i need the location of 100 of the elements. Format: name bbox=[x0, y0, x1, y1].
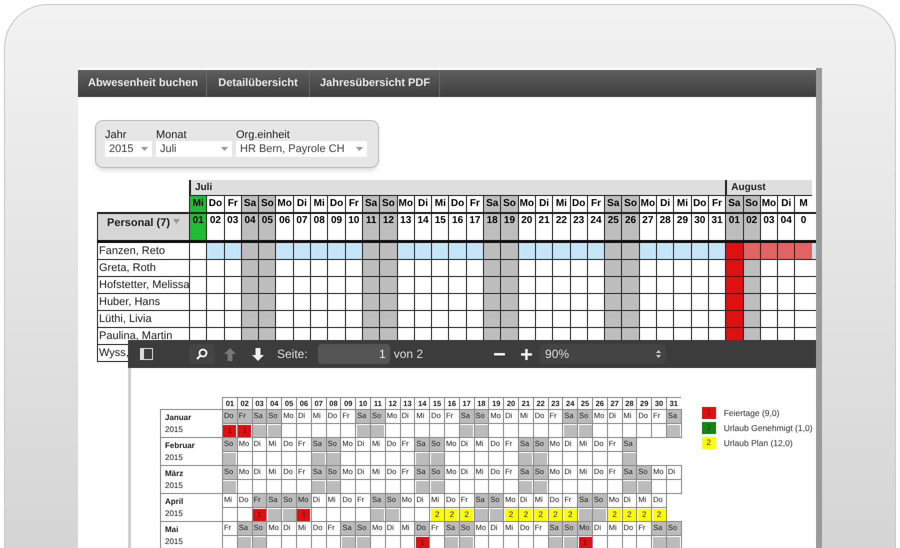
date-cell: 11 bbox=[362, 214, 380, 240]
nav-tab[interactable]: Jahresübersicht PDF bbox=[310, 70, 440, 97]
day-cell[interactable] bbox=[258, 311, 276, 327]
day-cell[interactable] bbox=[725, 277, 742, 293]
filter-select[interactable]: 2015 bbox=[105, 141, 152, 157]
date-cell: 03 bbox=[760, 214, 778, 240]
day-cell[interactable] bbox=[794, 243, 812, 259]
zoom-in-icon[interactable] bbox=[518, 346, 534, 362]
day-cell[interactable] bbox=[725, 243, 742, 259]
day-cell[interactable] bbox=[362, 277, 380, 293]
day-cell[interactable] bbox=[604, 260, 622, 276]
day-cell[interactable] bbox=[725, 260, 742, 276]
day-cell[interactable] bbox=[604, 243, 622, 259]
weekday-cell: Mi bbox=[189, 195, 206, 212]
day-cell[interactable] bbox=[621, 294, 639, 310]
weekday-cell: M bbox=[794, 195, 812, 212]
day-cell[interactable] bbox=[604, 311, 622, 327]
day-cell[interactable] bbox=[379, 294, 397, 310]
date-cell: 01 bbox=[725, 214, 742, 240]
day-cell[interactable] bbox=[604, 294, 622, 310]
absence-cell: 1 bbox=[414, 536, 430, 548]
day-cell[interactable] bbox=[240, 260, 258, 276]
day-cell[interactable] bbox=[189, 243, 206, 259]
day-cell[interactable] bbox=[362, 311, 380, 327]
employee-row[interactable]: Huber, Hans bbox=[97, 294, 816, 311]
page-field[interactable]: 1 bbox=[318, 344, 390, 364]
filter-select[interactable]: HR Bern, Payrole CH bbox=[236, 141, 367, 157]
day-cell[interactable] bbox=[621, 311, 639, 327]
day-cell[interactable] bbox=[483, 277, 500, 293]
day-cell[interactable] bbox=[621, 277, 639, 293]
day-cell[interactable] bbox=[725, 294, 742, 310]
day-cell[interactable] bbox=[379, 243, 397, 259]
day-cell[interactable] bbox=[500, 243, 518, 259]
day-cell[interactable] bbox=[483, 294, 500, 310]
day-cell[interactable] bbox=[189, 294, 206, 310]
absence-cell: 2 bbox=[429, 508, 444, 521]
day-cell[interactable] bbox=[240, 277, 258, 293]
day-cell[interactable] bbox=[483, 243, 500, 259]
day-cell[interactable] bbox=[258, 260, 276, 276]
employee-row[interactable]: Hofstetter, Melissa bbox=[97, 277, 816, 294]
day-cell[interactable] bbox=[379, 277, 397, 293]
day-cell[interactable] bbox=[240, 311, 258, 327]
date-cell: 08 bbox=[310, 214, 328, 240]
day-cell[interactable] bbox=[500, 294, 518, 310]
day-cell[interactable] bbox=[483, 311, 500, 327]
day-cell[interactable] bbox=[760, 243, 778, 259]
day-cell[interactable] bbox=[258, 243, 276, 259]
day-cell[interactable] bbox=[240, 294, 258, 310]
employee-row[interactable]: Greta, Roth bbox=[97, 260, 816, 277]
filter-label: Org.einheit bbox=[236, 129, 291, 141]
employee-row[interactable]: Fanzen, Reto bbox=[97, 243, 816, 260]
day-cell[interactable] bbox=[500, 311, 518, 327]
day-cell[interactable] bbox=[621, 260, 639, 276]
day-cell[interactable] bbox=[362, 294, 380, 310]
day-cell[interactable] bbox=[258, 277, 276, 293]
sidebar-toggle-icon[interactable] bbox=[138, 346, 154, 362]
day-cell[interactable] bbox=[189, 260, 206, 276]
day-cell[interactable] bbox=[742, 294, 760, 310]
day-cell[interactable] bbox=[742, 243, 760, 259]
weekday-cell: So bbox=[379, 195, 397, 212]
weekday-cell: Do bbox=[448, 195, 466, 212]
absence-cell: 2 bbox=[503, 508, 518, 521]
select-arrows-icon bbox=[656, 350, 662, 358]
day-cell[interactable] bbox=[189, 311, 206, 327]
day-cell[interactable] bbox=[742, 277, 760, 293]
day-cell[interactable] bbox=[742, 311, 760, 327]
day-cell[interactable] bbox=[379, 260, 397, 276]
day-cell[interactable] bbox=[362, 243, 380, 259]
day-cell[interactable] bbox=[777, 243, 794, 259]
day-cell[interactable] bbox=[621, 243, 639, 259]
absence-cell: 2 bbox=[636, 508, 652, 521]
zoom-select[interactable]: 90% bbox=[540, 344, 666, 364]
weekday-cell: Fr bbox=[466, 195, 484, 212]
employee-row[interactable]: Lüthi, Livia bbox=[97, 311, 816, 328]
date-cell: 05 bbox=[258, 214, 276, 240]
weekday-cell: So bbox=[742, 195, 760, 212]
absence-cell: 1 bbox=[222, 424, 237, 437]
day-cell[interactable] bbox=[258, 294, 276, 310]
date-cell: 04 bbox=[240, 214, 258, 240]
day-cell[interactable] bbox=[362, 260, 380, 276]
day-cell[interactable] bbox=[725, 311, 742, 327]
weekday-cell: Mi bbox=[673, 195, 691, 212]
nav-tab[interactable]: Abwesenheit buchen bbox=[78, 70, 207, 97]
weekday-cell: Mi bbox=[310, 195, 328, 212]
day-cell[interactable] bbox=[240, 243, 258, 259]
day-cell[interactable] bbox=[483, 260, 500, 276]
weekday-cell: Mi bbox=[431, 195, 448, 212]
date-cell: 21 bbox=[534, 214, 552, 240]
filter-select[interactable]: Juli bbox=[156, 141, 232, 157]
weekday-cell: Di bbox=[777, 195, 794, 212]
day-cell[interactable] bbox=[742, 260, 760, 276]
personal-header[interactable]: Personal (7) bbox=[97, 214, 189, 240]
absence-cell: 2 bbox=[548, 508, 562, 521]
day-cell[interactable] bbox=[500, 260, 518, 276]
day-cell[interactable] bbox=[604, 277, 622, 293]
nav-tab[interactable]: Detailübersicht bbox=[207, 70, 310, 97]
search-icon[interactable] bbox=[189, 344, 215, 364]
date-cell: 25 bbox=[604, 214, 622, 240]
day-cell[interactable] bbox=[500, 277, 518, 293]
day-cell[interactable] bbox=[379, 311, 397, 327]
